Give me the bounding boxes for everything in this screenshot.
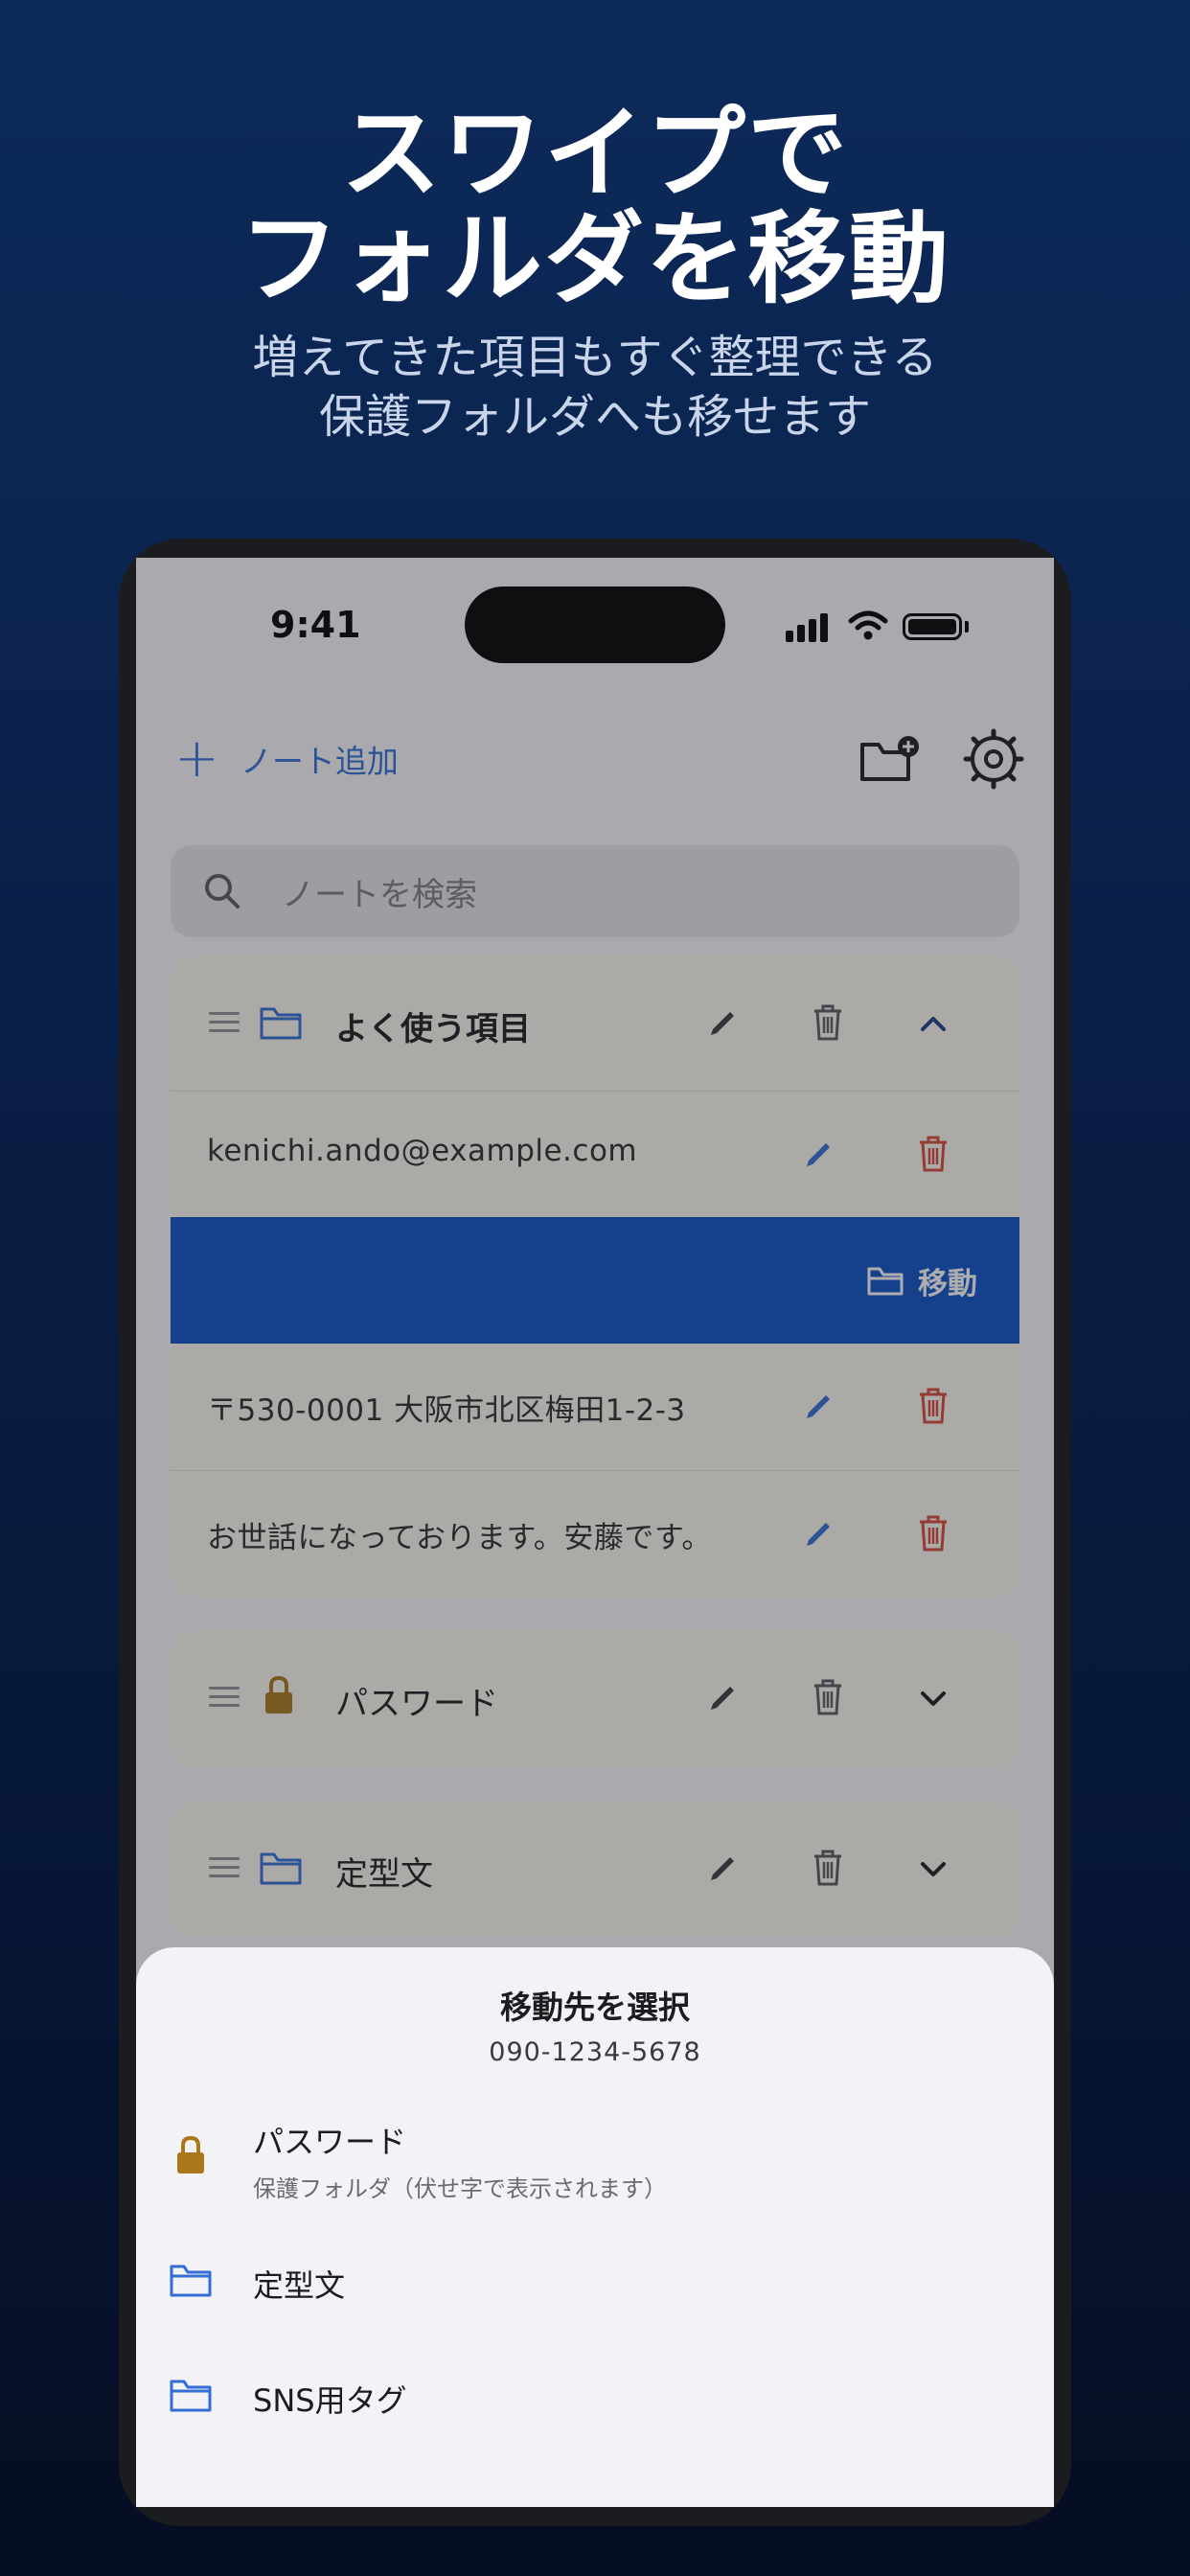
chevron-down-icon[interactable]: [916, 1852, 950, 1886]
pencil-icon[interactable]: [799, 1136, 837, 1174]
drag-handle-icon[interactable]: [209, 1012, 240, 1033]
folder-card-templates: 定型文: [171, 1802, 1019, 1938]
trash-icon[interactable]: [914, 1134, 952, 1174]
search-input[interactable]: ノートを検索: [171, 845, 1019, 937]
destination-label: パスワード: [253, 2124, 407, 2160]
folder-header[interactable]: パスワード: [171, 1631, 1019, 1765]
destination-item-templates[interactable]: 定型文: [136, 2252, 1054, 2358]
drag-handle-icon[interactable]: [209, 1687, 240, 1708]
item-text: kenichi.ando@example.com: [207, 1134, 638, 1168]
item-text: 〒530-0001 大阪市北区梅田1-2-3: [207, 1393, 686, 1428]
promo-subline-line1: 増えてきた項目もすぐ整理できる: [252, 331, 938, 384]
destination-label: 定型文: [253, 2267, 346, 2304]
folder-icon: [170, 2380, 212, 2412]
promo-headline-line2: フォルダを移動: [239, 200, 950, 317]
destination-description: 保護フォルダ（伏せ字で表示されます）: [253, 2175, 667, 2202]
plus-icon: +: [174, 727, 219, 790]
gear-icon[interactable]: [960, 725, 1027, 793]
list-item[interactable]: 〒530-0001 大阪市北区梅田1-2-3: [171, 1344, 1019, 1470]
folder-card-password: パスワード: [171, 1631, 1019, 1767]
destination-item-password[interactable]: パスワード 保護フォルダ（伏せ字で表示されます）: [136, 2112, 1054, 2218]
move-destination-sheet: 移動先を選択 090-1234-5678 パスワード 保護フォルダ（伏せ字で表示…: [136, 1947, 1054, 2507]
promo-headline-line1: スワイプで: [340, 95, 849, 212]
trash-icon[interactable]: [914, 1386, 952, 1426]
folder-icon: [170, 2265, 212, 2297]
folder-title: 定型文: [335, 1855, 433, 1894]
search-placeholder: ノートを検索: [282, 875, 477, 914]
folder-title: パスワード: [335, 1685, 498, 1723]
folder-header[interactable]: よく使う項目: [171, 956, 1019, 1091]
move-action-button[interactable]: 移動: [866, 1259, 977, 1302]
add-note-button[interactable]: + ノート追加: [174, 730, 399, 788]
trash-icon[interactable]: [809, 1677, 847, 1717]
folder-card-favorites: よく使う項目 kenichi.ando@example.com 移動 〒530-…: [171, 956, 1019, 1597]
pencil-icon[interactable]: [799, 1388, 837, 1426]
lock-icon: [265, 1675, 292, 1714]
dynamic-island: [465, 586, 725, 663]
list-item[interactable]: お世話になっております。安藤です。: [171, 1470, 1019, 1597]
status-indicators: [786, 608, 969, 646]
promo-headline: スワイプで フォルダを移動: [0, 101, 1190, 311]
promo-subline: 増えてきた項目もすぐ整理できる 保護フォルダへも移せます: [0, 328, 1190, 447]
folder-icon: [260, 1007, 302, 1040]
add-note-label: ノート追加: [240, 743, 399, 780]
pencil-icon[interactable]: [703, 1850, 742, 1888]
trash-icon[interactable]: [914, 1513, 952, 1553]
drag-handle-icon[interactable]: [209, 1857, 240, 1878]
search-icon: [205, 874, 240, 908]
sheet-title: 移動先を選択: [500, 1989, 690, 2026]
folder-title: よく使う項目: [335, 1010, 531, 1048]
swiped-list-item[interactable]: 移動: [171, 1217, 1019, 1344]
move-action-label: 移動: [918, 1267, 977, 1301]
chevron-down-icon[interactable]: [916, 1681, 950, 1715]
status-time: 9:41: [270, 604, 361, 646]
list-item[interactable]: kenichi.ando@example.com: [171, 1091, 1019, 1217]
folder-icon: [867, 1267, 904, 1295]
destination-label: SNS用タグ: [253, 2382, 407, 2419]
promo-subline-line2: 保護フォルダへも移せます: [318, 390, 871, 444]
folder-icon: [260, 1852, 302, 1885]
destination-item-sns-tags[interactable]: SNS用タグ: [136, 2367, 1054, 2472]
lock-icon: [177, 2135, 204, 2174]
folder-header[interactable]: 定型文: [171, 1802, 1019, 1936]
trash-icon[interactable]: [809, 1848, 847, 1888]
chevron-up-icon[interactable]: [916, 1006, 950, 1041]
sheet-subtitle: 090-1234-5678: [489, 2037, 701, 2067]
pencil-icon[interactable]: [703, 1679, 742, 1717]
wifi-icon: [848, 610, 888, 640]
pencil-icon[interactable]: [799, 1515, 837, 1553]
app-screen: 9:41 + ノート追加 ノートを検索 よく使う項目 kenichi.ando@…: [136, 558, 1054, 2507]
folder-plus-icon[interactable]: [855, 725, 922, 793]
trash-icon[interactable]: [809, 1002, 847, 1043]
battery-icon: [903, 613, 962, 640]
pencil-icon[interactable]: [703, 1004, 742, 1043]
item-text: お世話になっております。安藤です。: [207, 1521, 712, 1555]
